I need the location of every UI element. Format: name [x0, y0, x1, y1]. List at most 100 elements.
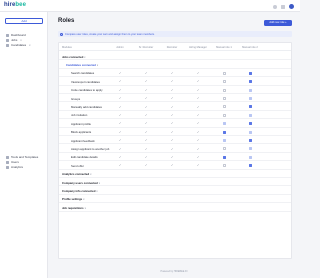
permission-checkbox[interactable] — [222, 88, 226, 92]
permission-checkbox[interactable] — [248, 147, 252, 151]
permission-checkbox[interactable] — [222, 80, 226, 84]
permission-cell: ✓ — [159, 96, 185, 100]
sidebar-item-dashboard[interactable]: Dashboard — [6, 33, 26, 37]
chevron-down-icon[interactable]: ▾ — [90, 173, 91, 176]
check-icon: ✓ — [118, 87, 122, 92]
chevron-down-icon[interactable]: ▾ — [96, 190, 97, 193]
permission-checkbox[interactable] — [222, 130, 226, 134]
row-label-text: Candidates connected — [66, 62, 96, 67]
permission-cell: ✓ — [133, 113, 159, 117]
permission-cell[interactable] — [211, 121, 237, 126]
permission-checkbox[interactable] — [222, 122, 226, 126]
permission-cell: ✓ — [159, 105, 185, 109]
permission-cell[interactable] — [211, 113, 237, 117]
sidebar-item-users[interactable]: Users — [6, 160, 19, 164]
permission-cell[interactable] — [211, 105, 237, 109]
section-row[interactable]: Company info connected▾ — [59, 186, 291, 195]
row-label: Edit candidate details — [71, 155, 98, 159]
permission-cell[interactable] — [237, 96, 263, 101]
table-row: Manually add candidates ✓ ✓ ✓ ✓ — [59, 102, 291, 111]
permission-cell[interactable] — [237, 71, 263, 75]
sidebar-item-tools-and-templates[interactable]: Tools and Templates — [6, 155, 38, 159]
permission-checkbox[interactable] — [248, 113, 252, 117]
section-row[interactable]: Analytics connected▾ — [59, 170, 291, 178]
chevron-down-icon[interactable]: ▾ — [83, 198, 84, 201]
sidebar-item-jobs[interactable]: Jobs ▾ — [6, 38, 22, 42]
permission-cell[interactable] — [237, 121, 263, 126]
permission-cell[interactable] — [211, 163, 237, 168]
permission-cell[interactable] — [211, 147, 237, 151]
permission-cell[interactable] — [237, 130, 263, 134]
check-icon: ✓ — [118, 79, 122, 84]
check-icon: ✓ — [170, 146, 174, 151]
permission-cell[interactable] — [237, 79, 263, 84]
notification-icon[interactable] — [273, 4, 277, 9]
permission-checkbox[interactable] — [248, 139, 252, 143]
permission-cell[interactable] — [211, 96, 237, 101]
section-row[interactable]: Company users connected▾ — [59, 178, 291, 187]
permission-cell: ✓ — [159, 121, 185, 125]
permission-cell[interactable] — [237, 105, 263, 109]
permission-checkbox[interactable] — [248, 71, 252, 75]
chevron-down-icon[interactable]: ▾ — [84, 56, 85, 59]
permission-cell[interactable] — [237, 147, 263, 151]
chevron-down-icon[interactable]: ▾ — [85, 207, 86, 210]
permission-checkbox[interactable] — [248, 88, 252, 92]
row-label-text: Manually add candidates — [71, 104, 102, 109]
avatar[interactable] — [289, 4, 294, 9]
apps-grid-icon[interactable] — [281, 4, 285, 9]
add-button[interactable]: Add — [5, 18, 43, 24]
permission-checkbox[interactable] — [222, 155, 226, 159]
column-header-admin: Admin — [116, 45, 124, 49]
logo[interactable]: hirebee — [4, 2, 26, 9]
sidebar: Add Dashboard Jobs ▾ Candidates ▾ Tools and … — [0, 12, 48, 278]
sidebar-item-label: Users — [11, 160, 19, 164]
check-icon: ✓ — [196, 155, 200, 160]
permission-cell[interactable] — [211, 138, 237, 143]
permission-checkbox[interactable] — [222, 105, 226, 109]
permission-cell[interactable] — [237, 113, 263, 117]
section-row[interactable]: Candidates connected▾ — [59, 60, 291, 69]
permission-checkbox[interactable] — [222, 164, 226, 168]
section-row[interactable]: Jobs connected▾ — [59, 52, 291, 61]
permission-checkbox[interactable] — [248, 105, 252, 109]
permission-checkbox[interactable] — [222, 113, 226, 117]
chevron-down-icon[interactable]: ▾ — [99, 182, 100, 185]
permission-cell[interactable] — [211, 88, 237, 92]
add-new-role-button[interactable]: Add new role + — [264, 20, 292, 26]
permission-checkbox[interactable] — [222, 147, 226, 151]
chevron-down-icon[interactable]: ▾ — [97, 64, 98, 67]
section-row[interactable]: Profile settings▾ — [59, 195, 291, 204]
permission-cell[interactable] — [211, 155, 237, 159]
permission-cell[interactable] — [237, 88, 263, 92]
permission-cell[interactable] — [211, 79, 237, 84]
check-icon: ✓ — [196, 113, 200, 118]
permission-cell: ✓ — [159, 79, 185, 83]
permission-cell[interactable] — [237, 155, 263, 159]
permission-checkbox[interactable] — [248, 97, 252, 101]
permission-cell: ✓ — [185, 130, 211, 134]
permission-cell[interactable] — [211, 71, 237, 75]
permission-checkbox[interactable] — [248, 80, 252, 84]
permission-checkbox[interactable] — [248, 130, 252, 134]
column-header-manual-role-2: Manual role 2 — [242, 45, 258, 49]
sidebar-item-label: Candidates — [11, 43, 27, 47]
row-label: Analytics connected▾ — [62, 172, 92, 176]
permission-cell[interactable] — [237, 138, 263, 143]
permission-checkbox[interactable] — [222, 71, 226, 75]
permission-cell[interactable] — [211, 130, 237, 134]
section-row[interactable]: Job requisitions▾ — [59, 203, 291, 212]
permission-checkbox[interactable] — [248, 155, 252, 159]
column-header-hiring-manager: Hiring Manager — [189, 45, 207, 49]
permission-checkbox[interactable] — [248, 122, 252, 126]
main-content: Roles Add new role + i Compare user role… — [48, 12, 300, 278]
sidebar-item-candidates[interactable]: Candidates ▾ — [6, 43, 31, 47]
permission-checkbox[interactable] — [222, 139, 226, 143]
info-icon: i — [60, 32, 63, 36]
sidebar-item-analytics[interactable]: Analytics — [6, 165, 23, 169]
permission-checkbox[interactable] — [248, 164, 252, 168]
check-icon: ✓ — [196, 71, 200, 76]
permission-checkbox[interactable] — [222, 97, 226, 101]
permission-cell[interactable] — [237, 163, 263, 168]
top-icons — [273, 4, 294, 9]
